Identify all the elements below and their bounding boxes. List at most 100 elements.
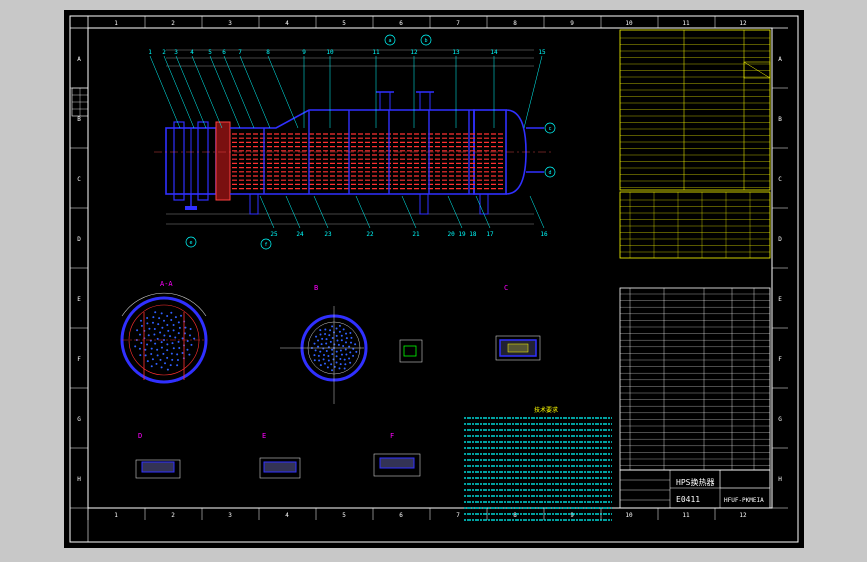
leader-top-13: 13 (452, 49, 460, 56)
grid-col-bottom-1: 1 (114, 512, 118, 519)
grid-col-11: 11 (682, 20, 690, 27)
technical-notes: 技术要求 (464, 406, 612, 521)
grid-col-bottom-10: 10 (625, 512, 633, 519)
leader-bottom-4: 22 (366, 231, 374, 238)
grid-row-left-C: C (77, 176, 81, 183)
grid-row-labels-left: A B C D E F G H (70, 27, 88, 483)
leader-bottom-1: 25 (270, 231, 278, 238)
nozzle-table (619, 191, 771, 259)
title-block-drawing-no: HFUF-PKMEIA (724, 497, 764, 504)
grid-col-bottom-8: 8 (513, 512, 517, 519)
detail-f-view: F (373, 432, 421, 477)
grid-col-bottom-7: 7 (456, 512, 460, 519)
grid-column-labels-top: 1 2 3 4 5 6 7 8 9 10 11 12 (87, 16, 747, 28)
grid-row-left-G: G (77, 416, 81, 423)
grid-row-G: G (778, 416, 782, 423)
grid-row-A: A (778, 56, 782, 63)
grid-row-labels-right: A B C D E F G H (772, 27, 788, 483)
grid-col-2: 2 (171, 20, 175, 27)
nozzle-balloon-f: f (264, 242, 267, 248)
leader-bottom-2: 24 (296, 231, 304, 238)
detail-e-view: E (259, 432, 301, 479)
grid-row-left-F: F (77, 356, 81, 363)
cad-drawing: 1 2 3 4 5 6 7 8 9 10 11 12 1 2 3 4 5 6 7 8 9 10 11 12 ABCDEFGH… (69, 15, 799, 543)
leader-bottom-7: 17 (486, 231, 494, 238)
grid-col-7: 7 (456, 20, 460, 27)
detail-e-label: E (262, 432, 266, 440)
grid-row-left-D: D (77, 236, 81, 243)
part-leaders-bottom: 25 24 23 22 21 20 19 18 17 16 (259, 195, 548, 238)
section-aa-view: A-A (120, 280, 208, 384)
grid-col-bottom-5: 5 (342, 512, 346, 519)
section-aa-label: A-A (160, 280, 173, 288)
nozzle-balloon-b: b (424, 38, 427, 44)
grid-col-5: 5 (342, 20, 346, 27)
notes-title: 技术要求 (534, 406, 558, 414)
leader-top-15: 15 (538, 49, 546, 56)
grid-col-9: 9 (570, 20, 574, 27)
tube-bundle (232, 133, 504, 190)
title-block-name: HPS换热器 (676, 477, 714, 487)
grid-col-bottom-2: 2 (171, 512, 175, 519)
grid-col-bottom-4: 4 (285, 512, 289, 519)
detail-d-label: D (138, 432, 142, 440)
grid-col-4: 4 (285, 20, 289, 27)
cad-viewport[interactable]: 1 2 3 4 5 6 7 8 9 10 11 12 1 2 3 4 5 6 7 8 9 10 11 12 ABCDEFGH… (0, 0, 867, 562)
leader-bottom-5: 21 (412, 231, 420, 238)
grid-col-12: 12 (739, 20, 747, 27)
nozzle-balloon-c: c (548, 126, 551, 132)
leader-top-1: 1 (148, 49, 152, 56)
leader-top-2: 2 (162, 49, 166, 56)
leader-top-7: 7 (238, 49, 242, 56)
drawing-canvas[interactable]: 1 2 3 4 5 6 7 8 9 10 11 12 1 2 3 4 5 6 7 8 9 10 11 12 ABCDEFGH… (64, 10, 804, 548)
detail-c-label: C (504, 284, 508, 292)
grid-col-8: 8 (513, 20, 517, 27)
title-block: HPS换热器 E0411 HFUF-PKMEIA (619, 469, 771, 509)
grid-col-bottom-12: 12 (739, 512, 747, 519)
leader-bottom-8: 16 (540, 231, 548, 238)
grid-row-D: D (778, 236, 782, 243)
grid-column-labels-bottom: 1 2 3 4 5 6 7 8 9 10 11 12 (87, 508, 747, 520)
nozzle-balloon-a: a (388, 38, 391, 44)
leader-top-14: 14 (490, 49, 498, 56)
grid-row-F: F (778, 356, 782, 363)
leader-top-3: 3 (174, 49, 178, 56)
leader-top-10: 10 (326, 49, 334, 56)
grid-row-E: E (778, 296, 782, 303)
detail-f-label: F (390, 432, 394, 440)
grid-col-bottom-11: 11 (682, 512, 690, 519)
detail-b-view: B (280, 284, 423, 404)
leader-top-8: 8 (266, 49, 270, 56)
grid-row-B: B (778, 116, 782, 123)
revision-strip (71, 87, 89, 117)
grid-row-left-A: A (77, 56, 81, 63)
design-data-table (619, 29, 771, 191)
leader-top-9: 9 (302, 49, 306, 56)
grid-row-left-B: B (77, 116, 81, 123)
grid-col-10: 10 (625, 20, 633, 27)
title-block-code: E0411 (676, 495, 700, 504)
nozzle-balloon-d: d (548, 170, 551, 176)
leader-top-6: 6 (222, 49, 226, 56)
grid-col-6: 6 (399, 20, 403, 27)
grid-row-left-H: H (77, 476, 81, 483)
detail-b-label: B (314, 284, 318, 292)
grid-col-1: 1 (114, 20, 118, 27)
leader-bottom-6: 20 19 18 (448, 231, 477, 238)
leader-top-4: 4 (190, 49, 194, 56)
grid-row-H: H (778, 476, 782, 483)
grid-row-C: C (778, 176, 782, 183)
leader-top-12: 12 (410, 49, 418, 56)
nozzle-balloon-e: e (189, 240, 192, 246)
grid-col-bottom-6: 6 (399, 512, 403, 519)
grid-col-bottom-3: 3 (228, 512, 232, 519)
grid-col-bottom-9: 9 (570, 512, 574, 519)
leader-top-5: 5 (208, 49, 212, 56)
detail-d-view: D (135, 432, 181, 479)
parts-list-table (619, 287, 771, 471)
leader-bottom-3: 23 (324, 231, 332, 238)
part-leaders-top: 1 2 3 4 5 6 7 8 9 10 11 12 13 14 15 (148, 49, 546, 129)
detail-c-view: C (495, 284, 541, 361)
grid-row-left-E: E (77, 296, 81, 303)
grid-col-3: 3 (228, 20, 232, 27)
